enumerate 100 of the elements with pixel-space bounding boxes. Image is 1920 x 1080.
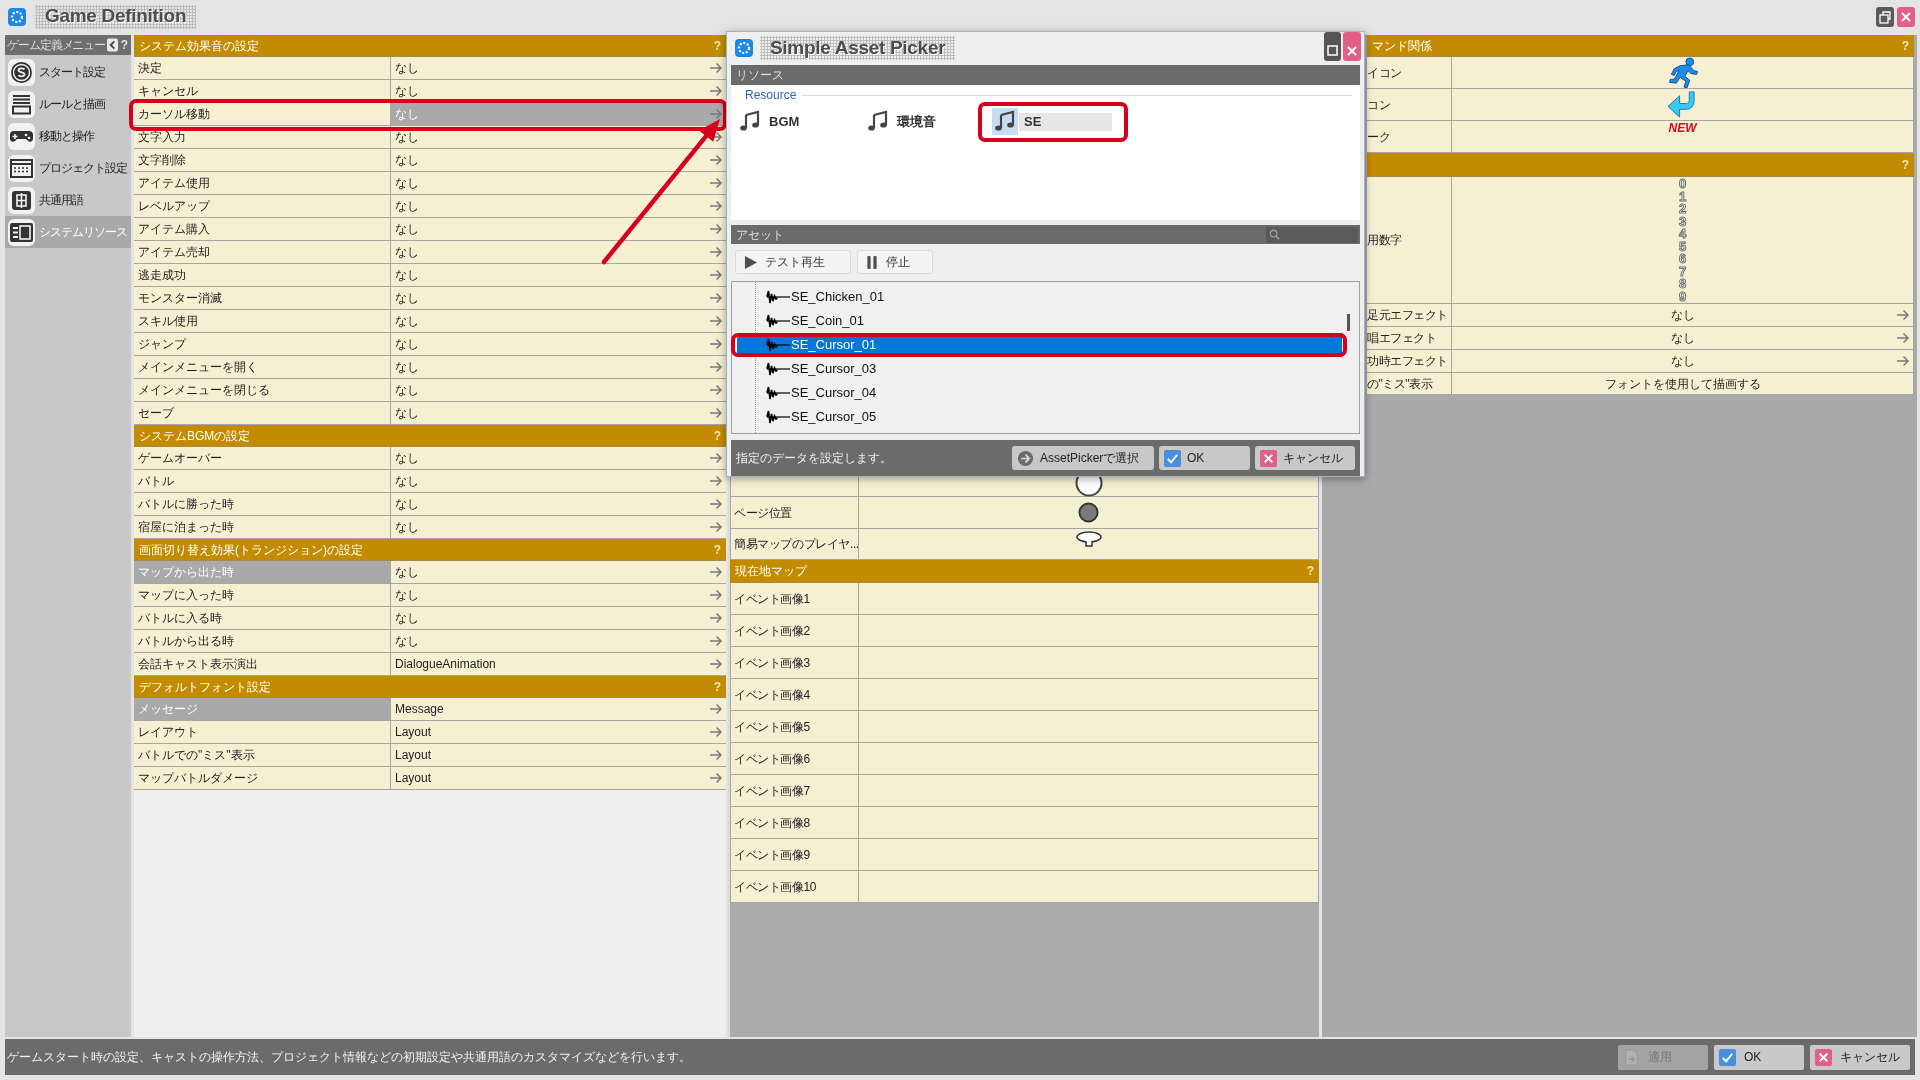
digit-label: 7	[1678, 265, 1687, 278]
digit-label: 2	[1678, 203, 1687, 216]
pin-icon	[1074, 531, 1103, 547]
sidebar-item[interactable]: スタート設定	[5, 56, 131, 88]
asset-item[interactable]: SE_Cursor_03	[737, 357, 1342, 381]
stop-button[interactable]: 停止	[857, 250, 933, 274]
value-picker[interactable]: なし	[391, 310, 726, 333]
value-picker[interactable]: DialogueAnimation	[391, 653, 726, 676]
value-picker[interactable]: なし	[391, 402, 726, 425]
digit-label: 3	[1678, 215, 1687, 228]
value-picker[interactable]: Layout	[391, 721, 726, 744]
value-picker[interactable]: なし	[391, 356, 726, 379]
value-picker[interactable]: なし	[1452, 327, 1914, 350]
check-icon	[1719, 1048, 1736, 1066]
sidebar-item[interactable]: ルールと描画	[5, 88, 131, 120]
close-icon[interactable]	[1343, 32, 1361, 61]
value-picker[interactable]: なし	[391, 149, 726, 172]
arrow-right-icon	[709, 384, 723, 396]
table-cell: マップから出た時	[134, 561, 391, 584]
ok-button[interactable]: OK	[1714, 1044, 1804, 1070]
section-title: マンド関係	[1372, 37, 1432, 55]
value-picker[interactable]: なし	[391, 264, 726, 287]
sidebar-item[interactable]: 移動と操作	[5, 120, 131, 152]
browse-button[interactable]: AssetPickerで選択	[1012, 446, 1154, 470]
table-cell: メインメニューを閉じる	[134, 379, 391, 402]
table-cell: ジャンプ	[134, 333, 391, 356]
table-cell: 用数字	[1367, 177, 1452, 304]
document-icon	[1623, 1048, 1640, 1066]
value-picker[interactable]: なし	[391, 333, 726, 356]
table-cell: バトルでの"ミス"表示	[134, 744, 391, 767]
value-picker[interactable]: なし	[391, 630, 726, 653]
search-field[interactable]	[1266, 226, 1358, 243]
table-cell: バトルに入る時	[134, 607, 391, 630]
help-mark[interactable]: ?	[120, 39, 128, 51]
arrow-circle-icon	[1017, 449, 1034, 467]
table-cell: バトルに勝った時	[134, 493, 391, 516]
arrow-right-icon	[709, 726, 723, 738]
table-cell: の"ミス"表示	[1367, 373, 1452, 395]
value-picker[interactable]: なし	[1452, 350, 1914, 373]
music-note-icon	[992, 108, 1018, 135]
table-cell: セーブ	[134, 402, 391, 425]
table-cell: イベント画像2	[730, 615, 859, 647]
value-picker[interactable]: Message	[391, 698, 726, 721]
sidebar-item[interactable]: プロジェクト設定	[5, 152, 131, 184]
value-picker[interactable]: なし	[391, 379, 726, 402]
arrow-right-icon	[709, 200, 723, 212]
value-picker[interactable]: なし	[391, 218, 726, 241]
value-picker[interactable]: なし	[391, 584, 726, 607]
resource-type-option[interactable]: BGM	[737, 108, 800, 135]
close-icon[interactable]	[1897, 6, 1915, 27]
value-picker[interactable]: なし	[1452, 304, 1914, 327]
table-cell: フォントを使用して描画する	[1452, 373, 1914, 395]
asset-item[interactable]: SE_Chicken_01	[737, 285, 1342, 309]
value-picker[interactable]: なし	[391, 241, 726, 264]
digit-label: 0	[1678, 178, 1687, 191]
digit-label: 6	[1678, 253, 1687, 266]
arrow-right-icon	[709, 361, 723, 373]
asset-item[interactable]: SE_Coin_01	[737, 309, 1342, 333]
asset-item[interactable]: SE_Cursor_04	[737, 381, 1342, 405]
table-cell: メッセージ	[134, 698, 391, 721]
table-cell: スキル使用	[134, 310, 391, 333]
sidebar-item[interactable]: 共通用語	[5, 184, 131, 216]
value-picker[interactable]: Layout	[391, 767, 726, 790]
cancel-button[interactable]: キャンセル	[1810, 1044, 1910, 1070]
arrow-right-icon	[709, 658, 723, 670]
ok-button[interactable]: OK	[1159, 446, 1250, 470]
value-picker[interactable]: なし	[391, 493, 726, 516]
value-picker[interactable]: なし	[391, 470, 726, 493]
table-cell: イベント画像6	[730, 743, 859, 775]
value-picker[interactable]: なし	[391, 57, 726, 80]
asset-item[interactable]: SE_Cursor_05	[737, 405, 1342, 429]
arrow-right-icon	[709, 108, 723, 120]
cancel-button[interactable]: キャンセル	[1255, 446, 1355, 470]
digit-label: 5	[1678, 240, 1687, 253]
value-picker[interactable]: Layout	[391, 744, 726, 767]
return-arrow-icon	[1667, 90, 1698, 119]
play-button[interactable]: テスト再生	[735, 250, 851, 274]
scrollbar-thumb[interactable]	[1347, 314, 1350, 331]
arrow-right-icon	[709, 223, 723, 235]
collapse-icon[interactable]	[106, 38, 118, 52]
new-label: NEW	[1668, 121, 1697, 135]
footer-message: 指定のデータを設定します。	[736, 450, 892, 467]
value-picker[interactable]: なし	[391, 516, 726, 539]
value-picker[interactable]: なし	[391, 195, 726, 218]
maximize-icon[interactable]	[1324, 32, 1341, 61]
value-picker[interactable]: なし	[391, 447, 726, 470]
search-icon	[1269, 229, 1280, 240]
value-picker[interactable]: なし	[391, 607, 726, 630]
value-picker[interactable]: なし	[391, 287, 726, 310]
table-cell: イベント画像4	[730, 679, 859, 711]
arrow-right-icon	[709, 635, 723, 647]
value-picker[interactable]: なし	[391, 172, 726, 195]
status-message: ゲームスタート時の設定、キャストの操作方法、プロジェクト情報などの初期設定や共通用語のカスタマイズなどを行います。	[7, 1049, 691, 1066]
pause-icon	[866, 255, 878, 269]
table-cell: 文字削除	[134, 149, 391, 172]
restore-icon[interactable]	[1876, 6, 1894, 27]
arrow-right-icon	[709, 521, 723, 533]
value-picker[interactable]: なし	[391, 561, 726, 584]
table-cell: アイテム購入	[134, 218, 391, 241]
resource-type-option[interactable]: 環境音	[865, 108, 936, 135]
